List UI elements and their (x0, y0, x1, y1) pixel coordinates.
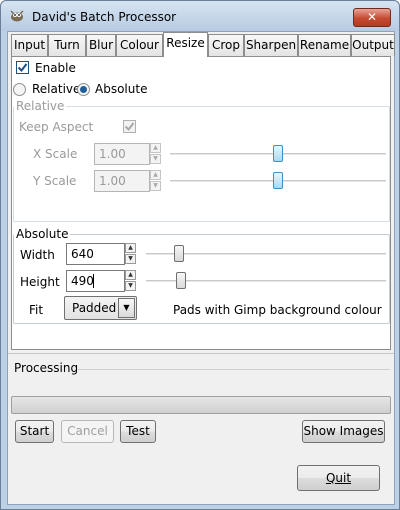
enable-label: Enable (35, 61, 76, 75)
test-button[interactable]: Test (120, 420, 156, 443)
absolute-radio-label: Absolute (95, 82, 148, 96)
tab-resize[interactable]: Resize (163, 32, 208, 57)
keep-aspect-label: Keep Aspect (19, 120, 94, 134)
height-value: 490 (71, 274, 94, 288)
start-button-label: Start (19, 424, 50, 438)
processing-title-line (78, 369, 390, 370)
width-label: Width (20, 248, 55, 262)
tab-sharpen[interactable]: Sharpen (244, 34, 298, 56)
tab-label: Sharpen (245, 38, 297, 52)
height-spinner[interactable]: 490 ▲ ▼ (66, 270, 136, 292)
cancel-button-label: Cancel (67, 424, 108, 438)
fit-description: Pads with Gimp background colour (173, 303, 382, 317)
width-slider-thumb[interactable] (173, 245, 184, 262)
spin-down-arrow-icon[interactable]: ▼ (150, 181, 161, 191)
tab-crop[interactable]: Crop (208, 34, 244, 56)
tab-blur[interactable]: Blur (86, 34, 116, 56)
resize-panel: Enable Relative Absolute Relative Keep A… (11, 56, 391, 350)
fit-label: Fit (29, 303, 44, 317)
processing-title: Processing (14, 361, 79, 375)
tab-bar: Input Turn Blur Colour Resize Crop Sharp… (11, 32, 395, 57)
tab-output[interactable]: Output (351, 34, 395, 56)
checkmark-icon (124, 122, 135, 132)
tab-label: Input (13, 38, 46, 52)
tab-label: Resize (166, 36, 205, 50)
width-value: 640 (71, 247, 94, 261)
window-title: David's Batch Processor (32, 10, 177, 24)
spin-down-arrow-icon[interactable]: ▼ (125, 281, 136, 291)
tab-turn[interactable]: Turn (48, 34, 86, 56)
radio-selected-dot (80, 86, 87, 93)
height-label: Height (20, 275, 60, 289)
client-area: Input Turn Blur Colour Resize Crop Sharp… (7, 31, 395, 505)
tab-label: Crop (211, 38, 240, 52)
app-window: David's Batch Processor ✕ Input Turn Blu… (0, 0, 400, 510)
quit-button[interactable]: Quit (297, 465, 380, 491)
gimp-wilber-icon (10, 10, 24, 22)
tab-colour[interactable]: Colour (116, 34, 163, 56)
checkmark-icon (17, 63, 28, 73)
tab-label: Rename (299, 38, 350, 52)
show-images-button-label: Show Images (303, 424, 384, 438)
separator (8, 353, 394, 354)
spin-up-arrow-icon[interactable]: ▲ (125, 243, 136, 253)
tab-input[interactable]: Input (11, 34, 48, 56)
cancel-button[interactable]: Cancel (61, 420, 114, 443)
x-scale-label: X Scale (33, 147, 78, 161)
width-spinner[interactable]: 640 ▲ ▼ (66, 243, 136, 265)
fit-dropdown-value: Padded (72, 301, 117, 315)
tab-label: Colour (120, 38, 159, 52)
absolute-group-title: Absolute (14, 227, 71, 241)
spin-down-arrow-icon[interactable]: ▼ (125, 254, 136, 264)
dropdown-arrow-icon[interactable]: ▼ (118, 298, 135, 318)
show-images-button[interactable]: Show Images (302, 420, 385, 443)
spin-down-arrow-icon[interactable]: ▼ (150, 154, 161, 164)
text-cursor (93, 274, 94, 288)
close-button[interactable]: ✕ (353, 8, 391, 27)
keep-aspect-checkbox[interactable] (123, 120, 136, 133)
tab-label: Turn (54, 38, 80, 52)
relative-radio-label: Relative (32, 82, 81, 96)
height-slider-thumb[interactable] (175, 272, 186, 289)
title-bar[interactable]: David's Batch Processor ✕ (1, 1, 399, 31)
tab-label: Output (352, 38, 394, 52)
y-scale-label: Y Scale (33, 174, 77, 188)
y-scale-slider-thumb[interactable] (273, 172, 283, 189)
close-icon: ✕ (366, 10, 378, 24)
x-scale-slider-thumb[interactable] (273, 145, 283, 162)
tab-rename[interactable]: Rename (298, 34, 351, 56)
x-scale-spinner[interactable]: 1.00 ▲ ▼ (94, 143, 161, 165)
test-button-label: Test (126, 424, 150, 438)
spin-up-arrow-icon[interactable]: ▲ (150, 170, 161, 180)
progress-bar (11, 396, 391, 414)
relative-radio[interactable] (13, 83, 26, 96)
relative-group-title: Relative (14, 99, 67, 113)
absolute-radio[interactable] (77, 83, 90, 96)
x-scale-value: 1.00 (99, 147, 126, 161)
quit-button-label: Quit (325, 471, 352, 485)
spin-up-arrow-icon[interactable]: ▲ (150, 143, 161, 153)
fit-dropdown[interactable]: Padded ▼ (64, 296, 137, 320)
enable-checkbox[interactable] (16, 61, 29, 74)
y-scale-value: 1.00 (99, 174, 126, 188)
tab-label: Blur (88, 38, 114, 52)
start-button[interactable]: Start (15, 420, 54, 443)
y-scale-spinner[interactable]: 1.00 ▲ ▼ (94, 170, 161, 192)
spin-up-arrow-icon[interactable]: ▲ (125, 270, 136, 280)
